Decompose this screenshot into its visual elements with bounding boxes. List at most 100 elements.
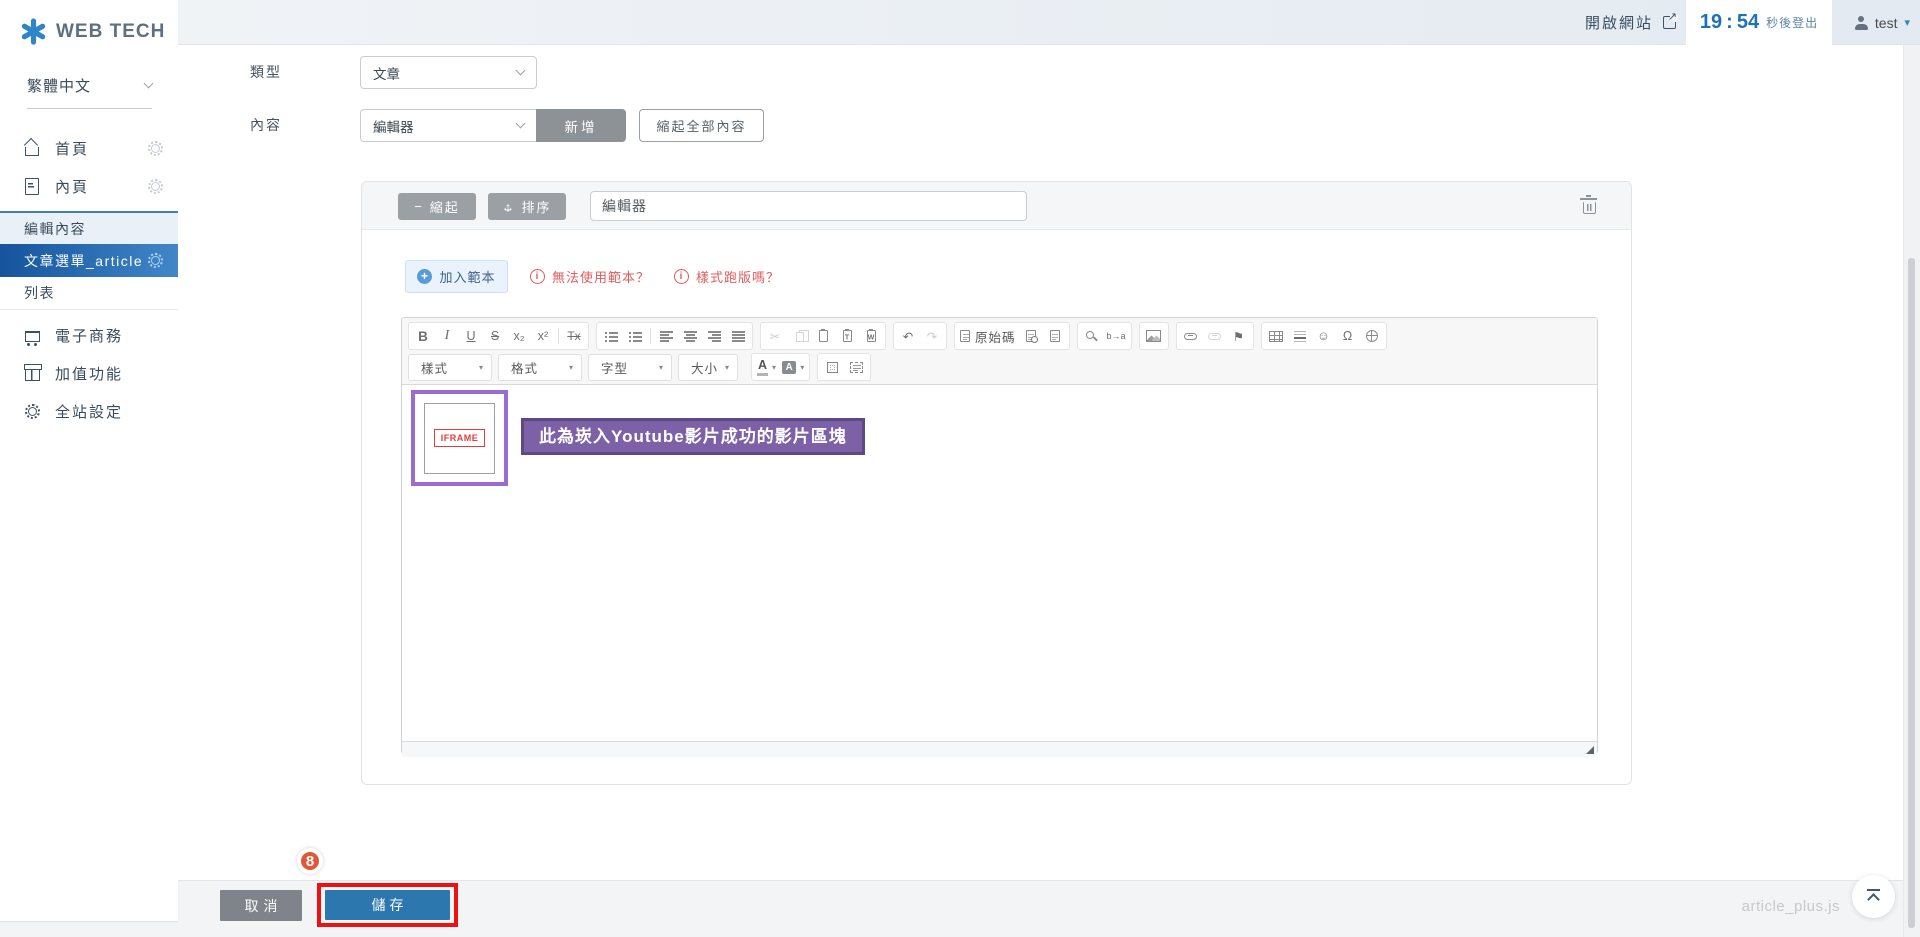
iframe-placeholder-selected[interactable]: IFRAME xyxy=(411,390,508,486)
preview-button[interactable] xyxy=(1019,324,1043,348)
scroll-top-icon xyxy=(1867,889,1880,891)
save-button[interactable]: 儲存 xyxy=(325,890,450,920)
sort-button[interactable]: 排序 xyxy=(488,193,566,220)
username: test xyxy=(1875,15,1898,31)
open-site-label: 開啟網站 xyxy=(1585,12,1653,33)
format-combo[interactable]: 格式▾ xyxy=(498,354,582,381)
move-icon xyxy=(502,200,515,213)
sidebar-item-site-settings[interactable]: 全站設定 xyxy=(0,392,178,430)
gear-icon[interactable] xyxy=(151,144,160,153)
sidebar-item-ecommerce[interactable]: 電子商務 xyxy=(0,316,178,354)
content-select[interactable]: 編輯器 xyxy=(360,109,537,142)
block-title-input[interactable] xyxy=(590,191,1027,221)
numbered-list-button[interactable] xyxy=(599,324,623,348)
countdown-minutes: 19 xyxy=(1700,11,1722,34)
special-char-button[interactable]: Ω xyxy=(1336,324,1360,348)
editor-content-area[interactable]: IFRAME 此為崁入Youtube影片成功的影片區塊 xyxy=(402,385,1597,741)
style-warning-link[interactable]: i 樣式跑版嗎？ xyxy=(674,267,780,286)
text-color-button[interactable]: A▾ xyxy=(754,355,779,379)
sidebar-item-article-menu[interactable]: 文章選單_article xyxy=(0,244,178,277)
sidebar-item-inner-page[interactable]: 內頁 xyxy=(0,167,178,205)
justify-button[interactable] xyxy=(726,324,750,348)
open-site-button[interactable]: 開啟網站 xyxy=(1585,0,1676,45)
align-right-button[interactable] xyxy=(702,324,726,348)
logo: WEB TECH xyxy=(0,0,178,45)
cancel-button[interactable]: 取消 xyxy=(220,890,302,921)
styles-combo[interactable]: 樣式▾ xyxy=(408,354,492,381)
superscript-button[interactable]: x² xyxy=(531,324,555,348)
page-scrollbar-track[interactable] xyxy=(1903,45,1920,937)
paste-word-button[interactable]: W xyxy=(859,324,883,348)
source-button[interactable]: 原始碼 xyxy=(957,324,1019,348)
user-menu[interactable]: test ▾ xyxy=(1855,0,1910,45)
script-filename: article_plus.js xyxy=(1742,898,1840,915)
user-icon xyxy=(1855,16,1868,30)
chevron-up-icon xyxy=(1867,893,1880,906)
link-button[interactable] xyxy=(1179,324,1203,348)
chevron-down-icon xyxy=(144,79,154,89)
paste-button[interactable] xyxy=(811,324,835,348)
rich-text-editor: BIUSx₂x²Tx✂TW↶↷原始碼b→a⚑☺Ω 樣式▾格式▾字型▾大小▾A▾A… xyxy=(401,317,1598,754)
size-combo[interactable]: 大小▾ xyxy=(678,354,738,381)
maximize-button[interactable] xyxy=(820,355,844,379)
plus-icon: + xyxy=(417,269,432,284)
bg-color-button[interactable]: A▾ xyxy=(779,355,807,379)
topbar: 開啟網站 19 : 54 秒後登出 test ▾ xyxy=(178,0,1920,45)
strikethrough-button[interactable]: S xyxy=(483,324,507,348)
gear-icon[interactable] xyxy=(151,256,160,265)
language-select[interactable]: 繁體中文 xyxy=(27,75,152,109)
add-button[interactable]: 新增 xyxy=(536,109,626,142)
countdown-suffix: 秒後登出 xyxy=(1766,14,1818,31)
align-center-button[interactable] xyxy=(678,324,702,348)
image-button[interactable] xyxy=(1142,324,1166,348)
cut-button: ✂ xyxy=(763,324,787,348)
content-select-value: 編輯器 xyxy=(373,116,414,136)
underline-button[interactable]: U xyxy=(459,324,483,348)
countdown-colon: : xyxy=(1726,11,1733,34)
italic-button[interactable]: I xyxy=(435,324,459,348)
page-scrollbar-thumb[interactable] xyxy=(1908,258,1915,928)
horizontal-rule-button[interactable] xyxy=(1288,324,1312,348)
collapse-all-button[interactable]: 縮起全部內容 xyxy=(639,109,764,142)
countdown-seconds: 54 xyxy=(1737,11,1759,34)
templates-button[interactable] xyxy=(1043,324,1067,348)
gear-icon[interactable] xyxy=(151,182,160,191)
sidebar-item-edit-content[interactable]: 編輯內容 xyxy=(0,211,178,244)
smiley-button[interactable]: ☺ xyxy=(1312,324,1336,348)
show-blocks-button[interactable] xyxy=(844,355,868,379)
sidebar-item-list[interactable]: 列表 xyxy=(0,277,178,310)
cart-icon xyxy=(22,326,42,346)
remove-format-button[interactable]: Tx xyxy=(562,324,586,348)
add-template-button[interactable]: + 加入範本 xyxy=(405,260,508,293)
toolbar-row-2: 樣式▾格式▾字型▾大小▾ A▾A▾ xyxy=(408,353,1591,381)
main-content: 類型 文章 內容 編輯器 新增 縮起全部內容 − 縮起 排序 + xyxy=(178,45,1920,880)
annotation-callout: 此為崁入Youtube影片成功的影片區塊 xyxy=(521,418,865,455)
bold-button[interactable]: B xyxy=(411,324,435,348)
minus-icon: − xyxy=(414,199,424,214)
scroll-to-top-button[interactable] xyxy=(1852,875,1895,918)
bulleted-list-button[interactable] xyxy=(623,324,647,348)
resize-handle[interactable] xyxy=(1583,743,1597,757)
paste-text-button[interactable]: T xyxy=(835,324,859,348)
sidebar-item-addon-features[interactable]: 加值功能 xyxy=(0,354,178,392)
subscript-button[interactable]: x₂ xyxy=(507,324,531,348)
font-combo[interactable]: 字型▾ xyxy=(588,354,672,381)
iframe-placeholder-label: IFRAME xyxy=(434,429,486,447)
gear-icon xyxy=(22,401,42,421)
anchor-button[interactable]: ⚑ xyxy=(1227,324,1251,348)
align-left-button[interactable] xyxy=(654,324,678,348)
replace-button[interactable]: b→a xyxy=(1104,324,1129,348)
find-button[interactable] xyxy=(1080,324,1104,348)
sidebar-item-home[interactable]: 首頁 xyxy=(0,129,178,167)
undo-button[interactable]: ↶ xyxy=(896,324,920,348)
table-button[interactable] xyxy=(1264,324,1288,348)
delete-block-button[interactable] xyxy=(1577,194,1601,218)
iframe-button[interactable] xyxy=(1360,324,1384,348)
template-warning-link[interactable]: i 無法使用範本？ xyxy=(530,267,650,286)
type-select[interactable]: 文章 xyxy=(360,56,537,89)
home-icon xyxy=(22,138,42,158)
unlink-button xyxy=(1203,324,1227,348)
trash-icon xyxy=(1583,202,1596,214)
collapse-button[interactable]: − 縮起 xyxy=(398,193,476,220)
content-label: 內容 xyxy=(250,109,282,142)
